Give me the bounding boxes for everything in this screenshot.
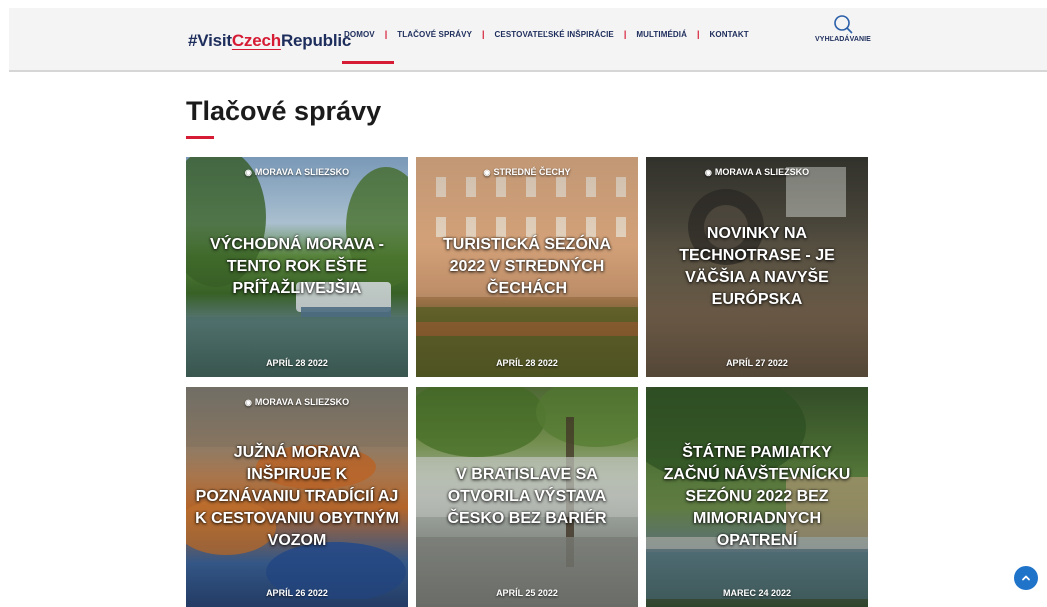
card-region-label: MORAVA A SLIEZSKO: [714, 167, 810, 177]
location-pin-icon: ◉: [244, 398, 252, 407]
press-card[interactable]: ◉ MORAVA A SLIEZSKO JUŽNÁ MORAVA INŠPIRUJ…: [186, 387, 408, 607]
logo-highlight: Czech: [231, 31, 281, 50]
search-label: VYHĽADÁVANIE: [815, 36, 871, 43]
nav-separator: |: [384, 29, 388, 39]
press-card[interactable]: ◉ MORAVA A SLIEZSKO VÝCHODNÁ MORAVA - TEN…: [186, 157, 408, 377]
main-nav: DOMOV | TLAČOVÉ SPRÁVY | CESTOVATEĽSKÉ I…: [342, 26, 751, 42]
nav-item-multimedia[interactable]: MULTIMÉDIÁ: [634, 30, 689, 39]
location-pin-icon: ◉: [704, 168, 712, 177]
card-date: APRÍL 28 2022: [266, 358, 328, 368]
card-region: ◉ MORAVA A SLIEZSKO: [186, 167, 408, 177]
location-pin-icon: ◉: [244, 168, 252, 177]
press-card[interactable]: ◉ STREDNÉ ČECHY TURISTICKÁ SEZÓNA 2022 V …: [416, 157, 638, 377]
card-date: APRÍL 27 2022: [726, 358, 788, 368]
card-date: APRÍL 26 2022: [266, 588, 328, 598]
chevron-up-icon: [1022, 575, 1030, 581]
site-logo[interactable]: #VisitCzechRepublic: [188, 31, 351, 51]
scroll-to-top-button[interactable]: [1014, 566, 1038, 590]
location-pin-icon: ◉: [483, 168, 491, 177]
nav-item-kontakt[interactable]: KONTAKT: [708, 30, 751, 39]
press-card[interactable]: V BRATISLAVE SA OTVORILA VÝSTAVA ČESKO B…: [416, 387, 638, 607]
nav-item-domov[interactable]: DOMOV: [342, 30, 377, 39]
search-icon: [834, 15, 853, 34]
card-headline: ŠTÁTNE PAMIATKY ZAČNÚ NÁVŠTEVNÍCKU SEZÓN…: [663, 444, 851, 549]
card-region: ◉ MORAVA A SLIEZSKO: [186, 397, 408, 407]
title-underline: [186, 136, 214, 139]
nav-item-cestovatelske-inspiracie[interactable]: CESTOVATEĽSKÉ INŠPIRÁCIE: [493, 30, 616, 39]
search-button[interactable]: VYHĽADÁVANIE: [808, 14, 878, 54]
nav-separator: |: [482, 29, 485, 39]
nav-item-tlacove-spravy[interactable]: TLAČOVÉ SPRÁVY: [395, 30, 474, 39]
page-title: Tlačové správy: [186, 96, 382, 126]
press-release-grid: ◉ MORAVA A SLIEZSKO VÝCHODNÁ MORAVA - TEN…: [186, 157, 868, 607]
card-region: ◉ MORAVA A SLIEZSKO: [646, 167, 868, 177]
nav-separator: |: [623, 29, 627, 39]
card-region-label: STREDNÉ ČECHY: [493, 167, 571, 177]
nav-separator: |: [697, 29, 700, 39]
card-region-label: MORAVA A SLIEZSKO: [254, 167, 350, 177]
card-headline: JUŽNÁ MORAVA INŠPIRUJE K POZNÁVANIU TRAD…: [195, 444, 399, 549]
logo-suffix: Republic: [280, 31, 352, 50]
nav-active-indicator: [342, 61, 394, 64]
press-card[interactable]: ŠTÁTNE PAMIATKY ZAČNÚ NÁVŠTEVNÍCKU SEZÓN…: [646, 387, 868, 607]
card-headline: TURISTICKÁ SEZÓNA 2022 V STREDNÝCH ČECHÁ…: [443, 236, 611, 297]
card-region-label: MORAVA A SLIEZSKO: [254, 397, 350, 407]
logo-prefix: #Visit: [188, 31, 232, 50]
card-headline: VÝCHODNÁ MORAVA - TENTO ROK EŠTE PRÍŤAŽL…: [210, 236, 384, 297]
press-card[interactable]: ◉ MORAVA A SLIEZSKO NOVINKY NA TECHNOTRAS…: [646, 157, 868, 377]
card-date: APRÍL 28 2022: [496, 358, 558, 368]
card-headline: NOVINKY NA TECHNOTRASE - JE VÄČŠIA A NAV…: [679, 225, 835, 308]
card-headline: V BRATISLAVE SA OTVORILA VÝSTAVA ČESKO B…: [447, 466, 607, 527]
card-date: MAREC 24 2022: [722, 588, 792, 598]
card-date: APRÍL 25 2022: [496, 588, 558, 598]
card-region: ◉ STREDNÉ ČECHY: [416, 167, 638, 177]
